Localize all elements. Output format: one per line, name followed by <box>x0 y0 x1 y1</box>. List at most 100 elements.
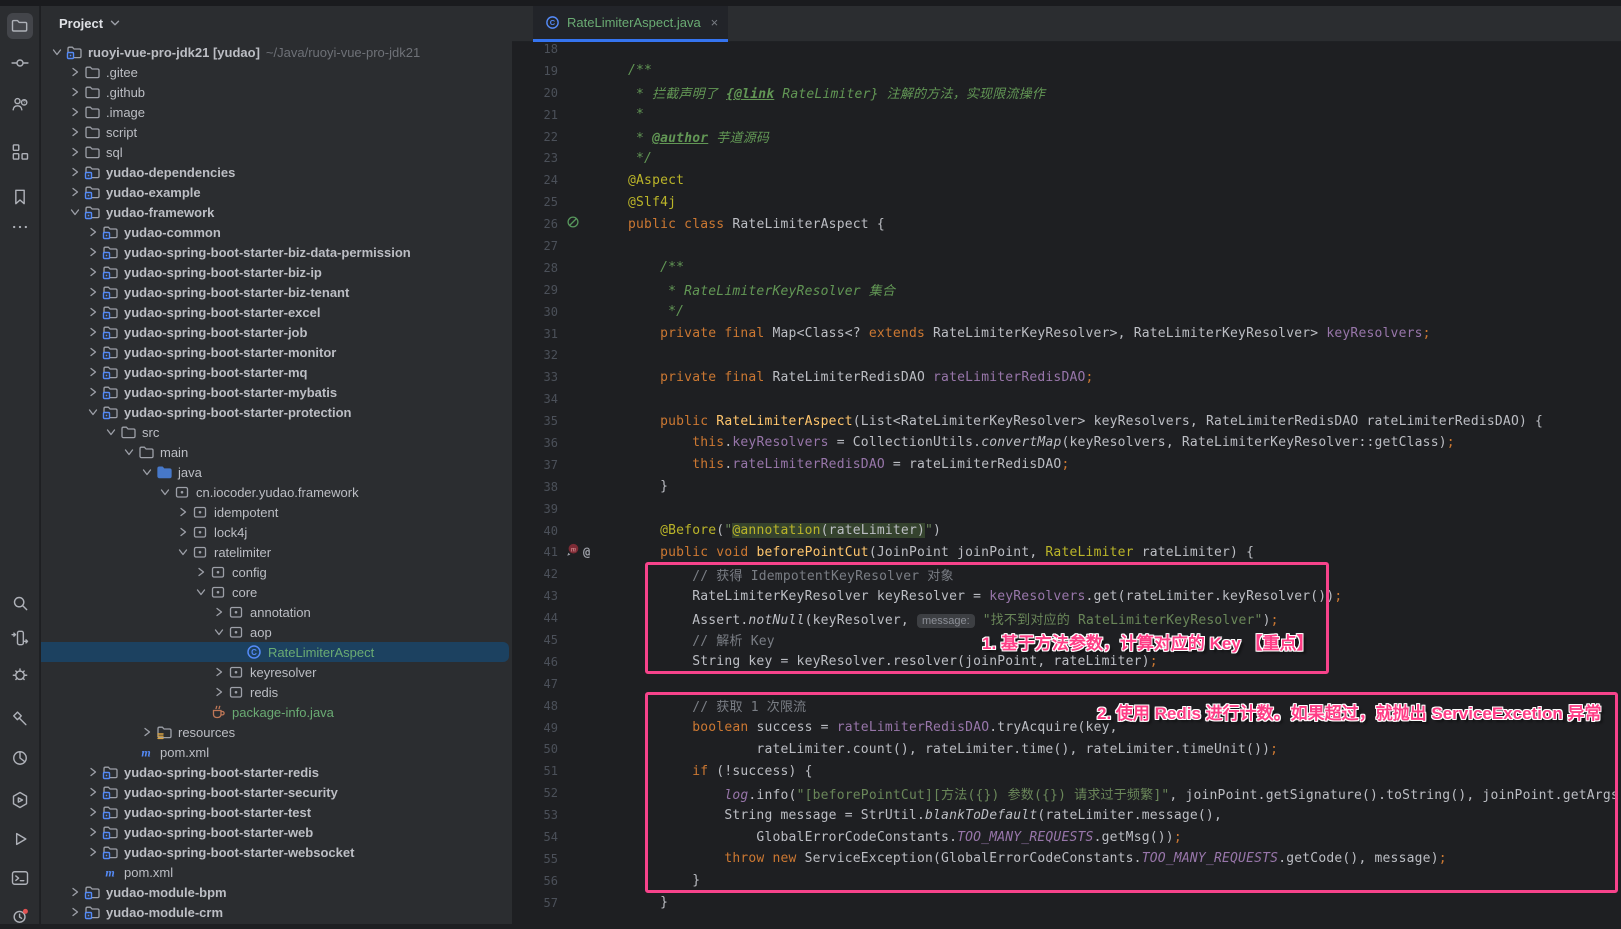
chevron-down-icon[interactable] <box>193 584 209 600</box>
search-icon[interactable] <box>7 590 33 616</box>
chevron-right-icon[interactable] <box>175 504 191 520</box>
tree-item-resources[interactable]: resources <box>41 722 512 742</box>
chevron-down-icon[interactable] <box>121 444 137 460</box>
tree-item-yudao-spring-boot-starter-biz-data-permission[interactable]: yudao-spring-boot-starter-biz-data-permi… <box>41 242 512 262</box>
tree-item-yudao-spring-boot-starter-mybatis[interactable]: yudao-spring-boot-starter-mybatis <box>41 382 512 402</box>
chevron-right-icon[interactable] <box>85 824 101 840</box>
code-line-24[interactable]: 24@Aspect <box>512 169 1621 191</box>
tree-item-yudao-module-crm[interactable]: yudao-module-crm <box>41 902 512 922</box>
chevron-down-icon[interactable] <box>67 204 83 220</box>
code-line-37[interactable]: 37 this.rateLimiterRedisDAO = rateLimite… <box>512 454 1621 476</box>
tree-item-java[interactable]: java <box>41 462 512 482</box>
tree-item-yudao-spring-boot-starter-protection[interactable]: yudao-spring-boot-starter-protection <box>41 402 512 422</box>
tree-item-annotation[interactable]: annotation <box>41 602 512 622</box>
terminal-tool-icon[interactable] <box>7 865 33 891</box>
chevron-right-icon[interactable] <box>85 764 101 780</box>
chevron-right-icon[interactable] <box>85 224 101 240</box>
code-line-22[interactable]: 22 * @author 芋道源码 <box>512 126 1621 148</box>
run-tool-icon[interactable] <box>7 826 33 852</box>
tree-item-cn.iocoder.yudao.framework[interactable]: cn.iocoder.yudao.framework <box>41 482 512 502</box>
chevron-right-icon[interactable] <box>67 904 83 920</box>
chevron-right-icon[interactable] <box>193 564 209 580</box>
code-line-42[interactable]: 42 // 获得 IdempotentKeyResolver 对象 <box>512 563 1621 585</box>
code-line-40[interactable]: 40 @Before("@annotation(rateLimiter)") <box>512 520 1621 542</box>
more-tools-icon[interactable] <box>7 214 33 240</box>
chevron-right-icon[interactable] <box>211 604 227 620</box>
chevron-right-icon[interactable] <box>211 684 227 700</box>
chevron-right-icon[interactable] <box>85 344 101 360</box>
project-tool-icon[interactable] <box>7 13 33 39</box>
tree-item-yudao-spring-boot-starter-monitor[interactable]: yudao-spring-boot-starter-monitor <box>41 342 512 362</box>
code-line-50[interactable]: 50 rateLimiter.count(), rateLimiter.time… <box>512 739 1621 761</box>
code-line-46[interactable]: 46 String key = keyResolver.resolver(joi… <box>512 651 1621 673</box>
tree-item-lock4j[interactable]: lock4j <box>41 522 512 542</box>
chevron-right-icon[interactable] <box>85 284 101 300</box>
tree-item-pom.xml[interactable]: mpom.xml <box>41 862 512 882</box>
code-line-51[interactable]: 51 if (!success) { <box>512 760 1621 782</box>
chevron-down-icon[interactable] <box>49 44 65 60</box>
tree-item-keyresolver[interactable]: keyresolver <box>41 662 512 682</box>
tree-item-src[interactable]: src <box>41 422 512 442</box>
chevron-down-icon[interactable] <box>175 544 191 560</box>
code-line-31[interactable]: 31 private final Map<Class<? extends Rat… <box>512 323 1621 345</box>
chevron-right-icon[interactable] <box>67 104 83 120</box>
chevron-right-icon[interactable] <box>67 84 83 100</box>
inout-panel-icon[interactable] <box>7 625 33 651</box>
tree-item-yudao-example[interactable]: yudao-example <box>41 182 512 202</box>
tree-item-idempotent[interactable]: idempotent <box>41 502 512 522</box>
tree-item-yudao-spring-boot-starter-job[interactable]: yudao-spring-boot-starter-job <box>41 322 512 342</box>
tree-item-main[interactable]: main <box>41 442 512 462</box>
tree-item-ratelimiter[interactable]: ratelimiter <box>41 542 512 562</box>
code-line-26[interactable]: 26public class RateLimiterAspect { <box>512 213 1621 235</box>
code-line-35[interactable]: 35 public RateLimiterAspect(List<RateLim… <box>512 410 1621 432</box>
code-line-39[interactable]: 39 <box>512 498 1621 520</box>
code-line-43[interactable]: 43 RateLimiterKeyResolver keyResolver = … <box>512 585 1621 607</box>
chevron-right-icon[interactable] <box>139 724 155 740</box>
tree-item-sql[interactable]: sql <box>41 142 512 162</box>
build-tool-icon[interactable] <box>7 705 33 731</box>
tree-item-yudao-spring-boot-starter-biz-ip[interactable]: yudao-spring-boot-starter-biz-ip <box>41 262 512 282</box>
tree-item-.image[interactable]: .image <box>41 102 512 122</box>
code-line-55[interactable]: 55 throw new ServiceException(GlobalErro… <box>512 848 1621 870</box>
code-line-36[interactable]: 36 this.keyResolvers = CollectionUtils.c… <box>512 432 1621 454</box>
tree-item-config[interactable]: config <box>41 562 512 582</box>
code-line-27[interactable]: 27 <box>512 235 1621 257</box>
code-line-38[interactable]: 38 } <box>512 476 1621 498</box>
tree-item-.gitee[interactable]: .gitee <box>41 62 512 82</box>
chevron-right-icon[interactable] <box>67 64 83 80</box>
annotation-gutter-icon[interactable]: @ <box>583 545 590 559</box>
spring-bean-gutter-icon[interactable] <box>566 215 580 234</box>
tree-item-yudao-spring-boot-starter-websocket[interactable]: yudao-spring-boot-starter-websocket <box>41 842 512 862</box>
tree-item-yudao-common[interactable]: yudao-common <box>41 222 512 242</box>
tree-item-yudao-spring-boot-starter-mq[interactable]: yudao-spring-boot-starter-mq <box>41 362 512 382</box>
services-tool-icon[interactable] <box>7 787 33 813</box>
code-line-30[interactable]: 30 */ <box>512 301 1621 323</box>
chevron-right-icon[interactable] <box>175 524 191 540</box>
chevron-right-icon[interactable] <box>67 164 83 180</box>
code-line-25[interactable]: 25@Slf4j <box>512 191 1621 213</box>
chevron-right-icon[interactable] <box>85 784 101 800</box>
tree-item-core[interactable]: core <box>41 582 512 602</box>
collaboration-users-icon[interactable]: ? <box>7 91 33 117</box>
code-line-53[interactable]: 53 String message = StrUtil.blankToDefau… <box>512 804 1621 826</box>
chevron-right-icon[interactable] <box>211 664 227 680</box>
code-line-41[interactable]: 41m@ public void beforePointCut(JoinPoin… <box>512 541 1621 563</box>
tab-ratelimiteraspect[interactable]: C RateLimiterAspect.java × <box>533 6 728 42</box>
aop-advice-gutter-icon[interactable]: m <box>566 543 580 562</box>
tree-item-package-info.java[interactable]: package-info.java <box>41 702 512 722</box>
code-line-33[interactable]: 33 private final RateLimiterRedisDAO rat… <box>512 366 1621 388</box>
code-line-34[interactable]: 34 <box>512 388 1621 410</box>
chevron-right-icon[interactable] <box>85 324 101 340</box>
chevron-down-icon[interactable] <box>85 404 101 420</box>
tree-item-redis[interactable]: redis <box>41 682 512 702</box>
code-line-32[interactable]: 32 <box>512 344 1621 366</box>
code-line-23[interactable]: 23 */ <box>512 147 1621 169</box>
tree-item-yudao-spring-boot-starter-security[interactable]: yudao-spring-boot-starter-security <box>41 782 512 802</box>
chevron-right-icon[interactable] <box>85 244 101 260</box>
bookmarks-tool-icon[interactable] <box>7 184 33 210</box>
chevron-right-icon[interactable] <box>67 144 83 160</box>
code-line-47[interactable]: 47 <box>512 673 1621 695</box>
chevron-right-icon[interactable] <box>85 364 101 380</box>
chevron-right-icon[interactable] <box>85 384 101 400</box>
chevron-down-icon[interactable] <box>107 15 123 31</box>
